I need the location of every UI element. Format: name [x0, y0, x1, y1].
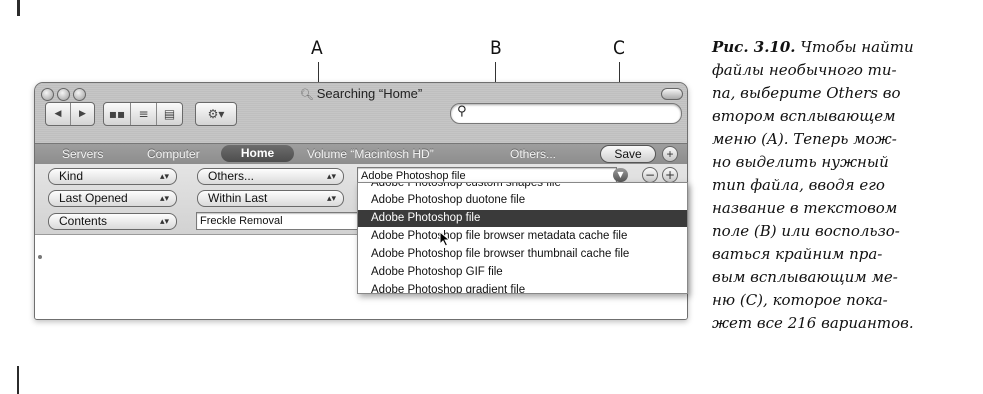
menu-item-metadata-cache[interactable]: Adobe Photoshop file browser metadata ca…: [358, 228, 687, 245]
caption-line: вым всплывающим ме-: [712, 268, 898, 286]
window-title: 🔍︎ Searching “Home”: [299, 86, 423, 101]
file-type-dropdown-menu: Adobe Photoshop custom shapes file Adobe…: [357, 182, 688, 294]
scope-computer[interactable]: Computer: [147, 147, 200, 161]
forward-button[interactable]: ▶: [71, 103, 94, 125]
last-opened-attribute-popup[interactable]: Last Opened ▴▾: [48, 190, 177, 207]
popup-arrows-icon: ▴▾: [159, 171, 169, 181]
page-margin-rule-top: [17, 0, 20, 16]
resize-handle-dot[interactable]: [38, 255, 42, 259]
back-forward-control: ◀ ▶: [45, 102, 95, 126]
forward-arrow-icon: ▶: [79, 109, 86, 119]
back-arrow-icon: ◀: [54, 109, 62, 119]
caption-line: поле (B) или воспользо-: [712, 222, 900, 240]
list-view-icon: ≡: [138, 107, 149, 121]
column-view-icon: ▤: [163, 107, 176, 121]
search-input[interactable]: ⚲: [450, 103, 682, 124]
page-margin-rule-bottom: [17, 366, 19, 394]
caption-line: втором всплывающем: [712, 107, 896, 125]
caption-line: жет все 216 вариантов.: [712, 314, 914, 332]
callout-a: A: [311, 37, 323, 59]
popup-arrows-icon: ▴▾: [159, 216, 169, 226]
scope-others[interactable]: Others...: [510, 147, 556, 161]
view-mode-control: ▪▪ ≡ ▤: [103, 102, 183, 126]
caption-label: Рис. 3.10.: [712, 38, 796, 56]
icon-view-icon: ▪▪: [108, 107, 126, 121]
caption-line: файлы необычного ти-: [712, 61, 897, 79]
contents-text-field[interactable]: Freckle Removal: [196, 212, 361, 230]
contents-attribute-popup[interactable]: Contents ▴▾: [48, 213, 177, 230]
search-field-icon: ⚲: [457, 104, 467, 119]
figure-caption: Рис. 3.10. Чтобы найти файлы необычного …: [712, 36, 977, 335]
file-type-menu-button[interactable]: ▼: [613, 168, 628, 182]
popup-arrows-icon: ▴▾: [159, 193, 169, 203]
caption-line: па, выберите Others во: [712, 84, 901, 102]
icon-view-button[interactable]: ▪▪: [104, 103, 131, 125]
popup-arrows-icon: ▴▾: [326, 171, 336, 181]
kind-attribute-popup[interactable]: Kind ▴▾: [48, 168, 177, 185]
scope-home[interactable]: Home: [221, 145, 294, 162]
callout-c: C: [613, 37, 625, 59]
column-view-button[interactable]: ▤: [157, 103, 182, 125]
callout-b: B: [490, 37, 502, 59]
popup-arrows-icon: ▴▾: [326, 193, 336, 203]
scope-servers[interactable]: Servers: [62, 147, 103, 161]
toolbar-toggle-button[interactable]: [661, 88, 683, 100]
menu-item-custom-shapes[interactable]: Adobe Photoshop custom shapes file: [358, 183, 687, 192]
caption-line: ваться крайним пра-: [712, 245, 883, 263]
menu-item-gradient[interactable]: Adobe Photoshop gradient file: [358, 282, 687, 293]
gear-icon: ⚙▾: [207, 107, 225, 121]
menu-item-thumbnail-cache[interactable]: Adobe Photoshop file browser thumbnail c…: [358, 246, 687, 263]
caption-line: название в текстовом: [712, 199, 898, 217]
search-scope-bar: Servers Computer Home Volume “Macintosh …: [35, 143, 687, 165]
title-bar: 🔍︎ Searching “Home” ◀ ▶ ▪▪ ≡ ▤ ⚙▾ ⚲: [35, 83, 687, 143]
menu-item-photoshop-file[interactable]: Adobe Photoshop file: [358, 210, 687, 227]
caption-line: но выделить нужный: [712, 153, 889, 171]
within-last-operator-popup[interactable]: Within Last ▴▾: [197, 190, 344, 207]
caption-line: ню (C), которое пока-: [712, 291, 888, 309]
add-criterion-plus-icon[interactable]: +: [662, 146, 678, 162]
remove-criterion-button[interactable]: −: [642, 167, 658, 183]
caption-line: Чтобы найти: [800, 38, 914, 56]
action-menu-button[interactable]: ⚙▾: [195, 102, 237, 126]
caption-line: меню (A). Теперь мож-: [712, 130, 897, 148]
menu-item-duotone[interactable]: Adobe Photoshop duotone file: [358, 192, 687, 209]
add-criterion-button[interactable]: +: [662, 167, 678, 183]
back-button[interactable]: ◀: [46, 103, 71, 125]
search-icon: 🔍︎: [299, 89, 314, 101]
caption-line: тип файла, вводя его: [712, 176, 885, 194]
mouse-pointer-icon: [439, 231, 451, 247]
kind-operator-popup[interactable]: Others... ▴▾: [197, 168, 344, 185]
menu-item-gif[interactable]: Adobe Photoshop GIF file: [358, 264, 687, 281]
list-view-button[interactable]: ≡: [131, 103, 157, 125]
save-search-button[interactable]: Save: [600, 145, 656, 163]
scope-volume[interactable]: Volume “Macintosh HD”: [307, 147, 434, 161]
